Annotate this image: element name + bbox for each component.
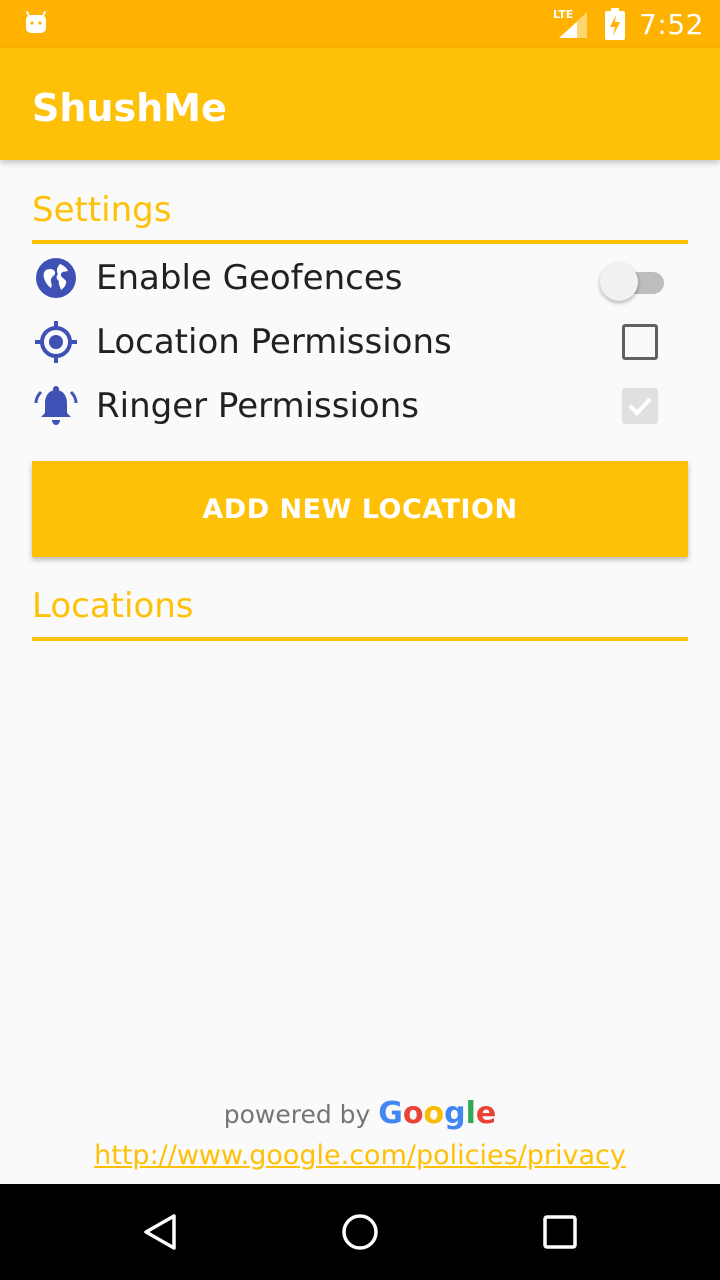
app-bar: ShushMe: [0, 48, 720, 160]
add-new-location-button[interactable]: ADD NEW LOCATION: [32, 461, 688, 557]
status-time: 7:52: [639, 7, 704, 41]
google-logo: Google: [378, 1096, 497, 1131]
android-icon: [25, 11, 47, 33]
privacy-policy-link[interactable]: http://www.google.com/policies/privacy: [0, 1140, 720, 1171]
powered-by-google: powered by Google: [0, 1096, 720, 1131]
home-icon[interactable]: [340, 1212, 380, 1252]
bell-icon: [32, 382, 80, 430]
locations-divider: [32, 637, 688, 641]
setting-label-enable-geofences: Enable Geofences: [96, 258, 403, 298]
setting-row-ringer-permissions[interactable]: Ringer Permissions: [32, 374, 688, 438]
back-icon[interactable]: [140, 1212, 180, 1252]
location-permissions-checkbox[interactable]: [622, 324, 658, 360]
settings-divider: [32, 240, 688, 244]
globe-icon: [32, 254, 80, 302]
powered-by-text: powered by: [223, 1100, 371, 1129]
app-title: ShushMe: [32, 86, 227, 130]
settings-header: Settings: [32, 190, 172, 230]
setting-row-location-permissions[interactable]: Location Permissions: [32, 310, 688, 374]
status-bar: LTE 7:52: [0, 0, 720, 48]
battery-charging-icon: [605, 8, 626, 40]
setting-label-location-permissions: Location Permissions: [96, 322, 452, 362]
gps-icon: [32, 318, 80, 366]
lte-signal-icon: LTE: [553, 8, 588, 38]
setting-label-ringer-permissions: Ringer Permissions: [96, 386, 419, 426]
svg-text:LTE: LTE: [553, 8, 573, 21]
checkmark-icon: [628, 397, 652, 416]
locations-header: Locations: [32, 586, 194, 626]
toggle-thumb: [600, 263, 638, 301]
navigation-bar: [0, 1184, 720, 1280]
setting-row-enable-geofences[interactable]: Enable Geofences: [32, 246, 688, 310]
recents-icon[interactable]: [540, 1212, 580, 1252]
geofences-toggle[interactable]: [600, 262, 668, 302]
ringer-permissions-checkbox[interactable]: [622, 388, 658, 424]
